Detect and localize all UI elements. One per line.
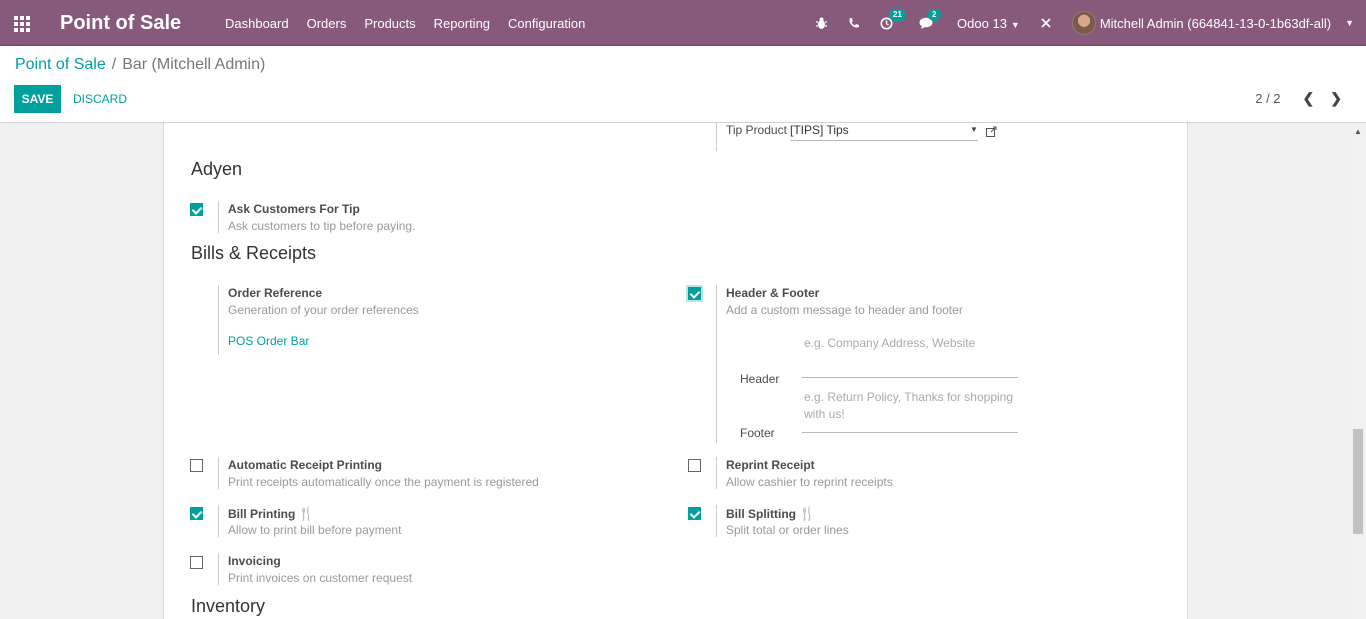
bill-splitting-title: Bill Splitting [726,507,796,521]
main-menu: Dashboard Orders Products Reporting Conf… [216,16,594,31]
bill-printing-title: Bill Printing [228,507,296,521]
breadcrumb-parent[interactable]: Point of Sale [15,56,106,73]
tip-product-input[interactable]: [TIPS] Tips [790,123,978,141]
reprint-checkbox[interactable] [688,459,701,472]
avatar [1071,11,1096,35]
breadcrumb-separator: / [111,56,117,73]
settings-sheet [163,123,1188,619]
ask-tip-title: Ask Customers For Tip [228,202,360,216]
breadcrumb-current: Bar (Mitchell Admin) [122,56,266,73]
auto-receipt-desc: Print receipts automatically once the pa… [228,475,539,489]
app-title[interactable]: Point of Sale [60,12,181,35]
bug-icon[interactable] [815,17,828,30]
external-link-icon[interactable] [986,126,997,137]
auto-receipt-checkbox[interactable] [190,459,203,472]
top-navbar: Point of Sale Dashboard Orders Products … [0,0,1366,46]
divider [716,505,717,537]
vertical-scrollbar[interactable]: ▲ [1350,123,1366,619]
footer-textarea[interactable]: e.g. Return Policy, Thanks for shopping … [802,388,1018,433]
restaurant-icon: 🍴 [298,506,315,521]
database-selector[interactable]: Odoo 13 ▼ [957,16,1020,31]
form-content: Tip Product [TIPS] Tips ▼ Adyen Ask Cust… [0,123,1350,619]
divider [716,285,717,443]
divider [218,553,219,585]
scrollbar-thumb[interactable] [1353,429,1363,534]
discard-button[interactable]: DISCARD [73,85,127,113]
auto-receipt-title: Automatic Receipt Printing [228,458,383,472]
divider [218,201,219,233]
invoicing-desc: Print invoices on customer request [228,571,413,585]
menu-products[interactable]: Products [364,16,415,31]
chevron-left-icon[interactable]: ❮ [1303,90,1315,107]
invoicing-checkbox[interactable] [190,556,203,569]
header-footer-title: Header & Footer [726,286,820,300]
database-name: Odoo 13 [957,15,1007,31]
activity-clock-icon[interactable]: 21 [880,8,906,30]
section-title-inventory: Inventory [191,596,266,616]
ask-tip-checkbox[interactable] [190,203,203,216]
user-name: Mitchell Admin (664841-13-0-1b63df-all) [1099,15,1332,31]
messages-icon[interactable]: 2 [919,9,941,29]
bill-printing-checkbox[interactable] [190,507,203,520]
caret-down-icon: ▼ [1010,19,1020,30]
ask-tip-desc: Ask customers to tip before paying. [228,219,416,233]
reprint-title: Reprint Receipt [726,458,815,472]
bill-splitting-checkbox[interactable] [688,507,701,520]
pager-value[interactable]: 2 / 2 [1255,91,1280,106]
order-ref-desc: Generation of your order references [228,303,419,317]
menu-orders[interactable]: Orders [307,16,347,31]
divider [716,457,717,489]
header-label: Header [740,372,780,386]
menu-reporting[interactable]: Reporting [434,16,490,31]
bill-splitting-desc: Split total or order lines [726,523,849,537]
header-placeholder: e.g. Company Address, Website [804,336,976,350]
save-button[interactable]: SAVE [14,85,61,113]
tip-product-label: Tip Product [726,123,787,137]
systray: 21 2 Odoo 13 ▼ Mitchell Admin (664841-13-… [805,0,1366,46]
bill-printing-title-row: Bill Printing 🍴 [228,506,315,522]
bill-printing-desc: Allow to print bill before payment [228,523,402,537]
debug-tools-icon[interactable] [1040,17,1052,29]
section-title-adyen: Adyen [191,159,243,179]
scroll-up-arrow-icon[interactable]: ▲ [1354,127,1362,136]
user-menu[interactable]: Mitchell Admin (664841-13-0-1b63df-all) … [1071,11,1366,35]
header-footer-checkbox[interactable] [688,287,701,300]
header-textarea[interactable]: e.g. Company Address, Website [802,332,1018,378]
reprint-desc: Allow cashier to reprint receipts [726,475,893,489]
menu-configuration[interactable]: Configuration [508,16,585,31]
section-title-bills: Bills & Receipts [191,243,317,263]
phone-icon[interactable] [848,17,860,29]
order-ref-title: Order Reference [228,286,323,300]
activity-badge: 21 [889,8,906,21]
chevron-right-icon[interactable]: ❯ [1330,90,1342,107]
header-footer-desc: Add a custom message to header and foote… [726,303,963,317]
order-ref-link[interactable]: POS Order Bar [228,334,309,348]
divider [716,123,717,151]
footer-label: Footer [740,426,775,440]
user-caret-down-icon: ▼ [1345,18,1354,28]
dropdown-caret-icon[interactable]: ▼ [970,125,978,134]
divider [218,285,219,355]
invoicing-title: Invoicing [228,554,281,568]
divider [218,457,219,489]
breadcrumb: Point of Sale / Bar (Mitchell Admin) [15,56,265,74]
messages-badge: 2 [928,9,941,21]
control-panel: Point of Sale / Bar (Mitchell Admin) SAVE … [0,46,1366,123]
menu-dashboard[interactable]: Dashboard [225,16,289,31]
restaurant-icon: 🍴 [799,506,816,521]
divider [218,505,219,537]
apps-menu-icon[interactable] [14,16,30,32]
footer-placeholder: e.g. Return Policy, Thanks for shopping … [804,390,1014,421]
pager: 2 / 2 ❮ ❯ [1255,90,1342,107]
bill-splitting-title-row: Bill Splitting 🍴 [726,506,815,522]
